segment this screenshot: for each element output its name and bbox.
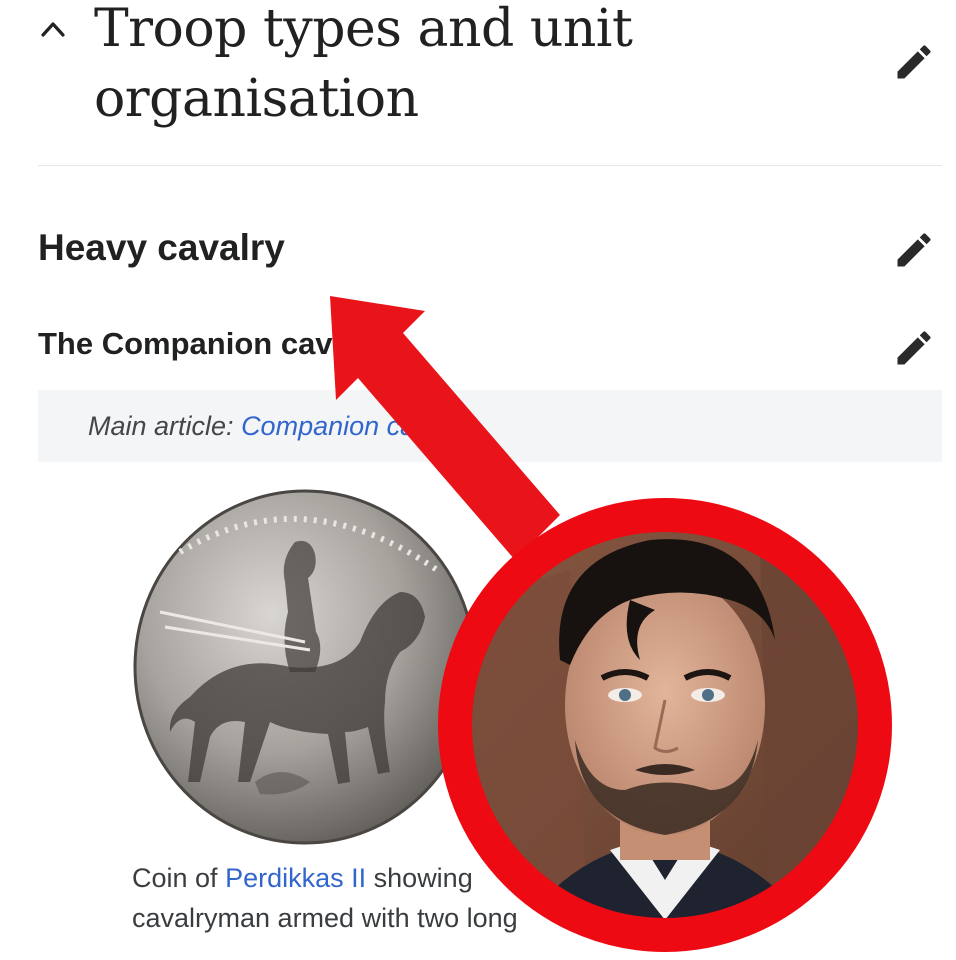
main-article-link[interactable]: Companion cavalry [241, 411, 472, 441]
subsection-heading: Heavy cavalry [38, 227, 285, 268]
caption-start: Coin of [132, 863, 218, 893]
section-heading: Troop types and unit organisation [94, 0, 633, 129]
edit-subsection-pencil-icon[interactable] [892, 228, 936, 272]
hatnote-prefix: Main article: [88, 411, 234, 441]
subsubsection-heading: The Companion cavalry [38, 326, 388, 361]
perdikkas-link[interactable]: Perdikkas II [225, 863, 366, 893]
heading-divider [38, 165, 942, 166]
chevron-up-icon[interactable] [38, 14, 68, 44]
main-article-hatnote: Main article: Companion cavalry [38, 390, 942, 462]
portrait-photo [438, 498, 892, 952]
edit-section-pencil-icon[interactable] [892, 40, 936, 84]
hatnote-text: Main article: Companion cavalry [88, 408, 472, 444]
edit-subsubsection-pencil-icon[interactable] [892, 326, 936, 370]
